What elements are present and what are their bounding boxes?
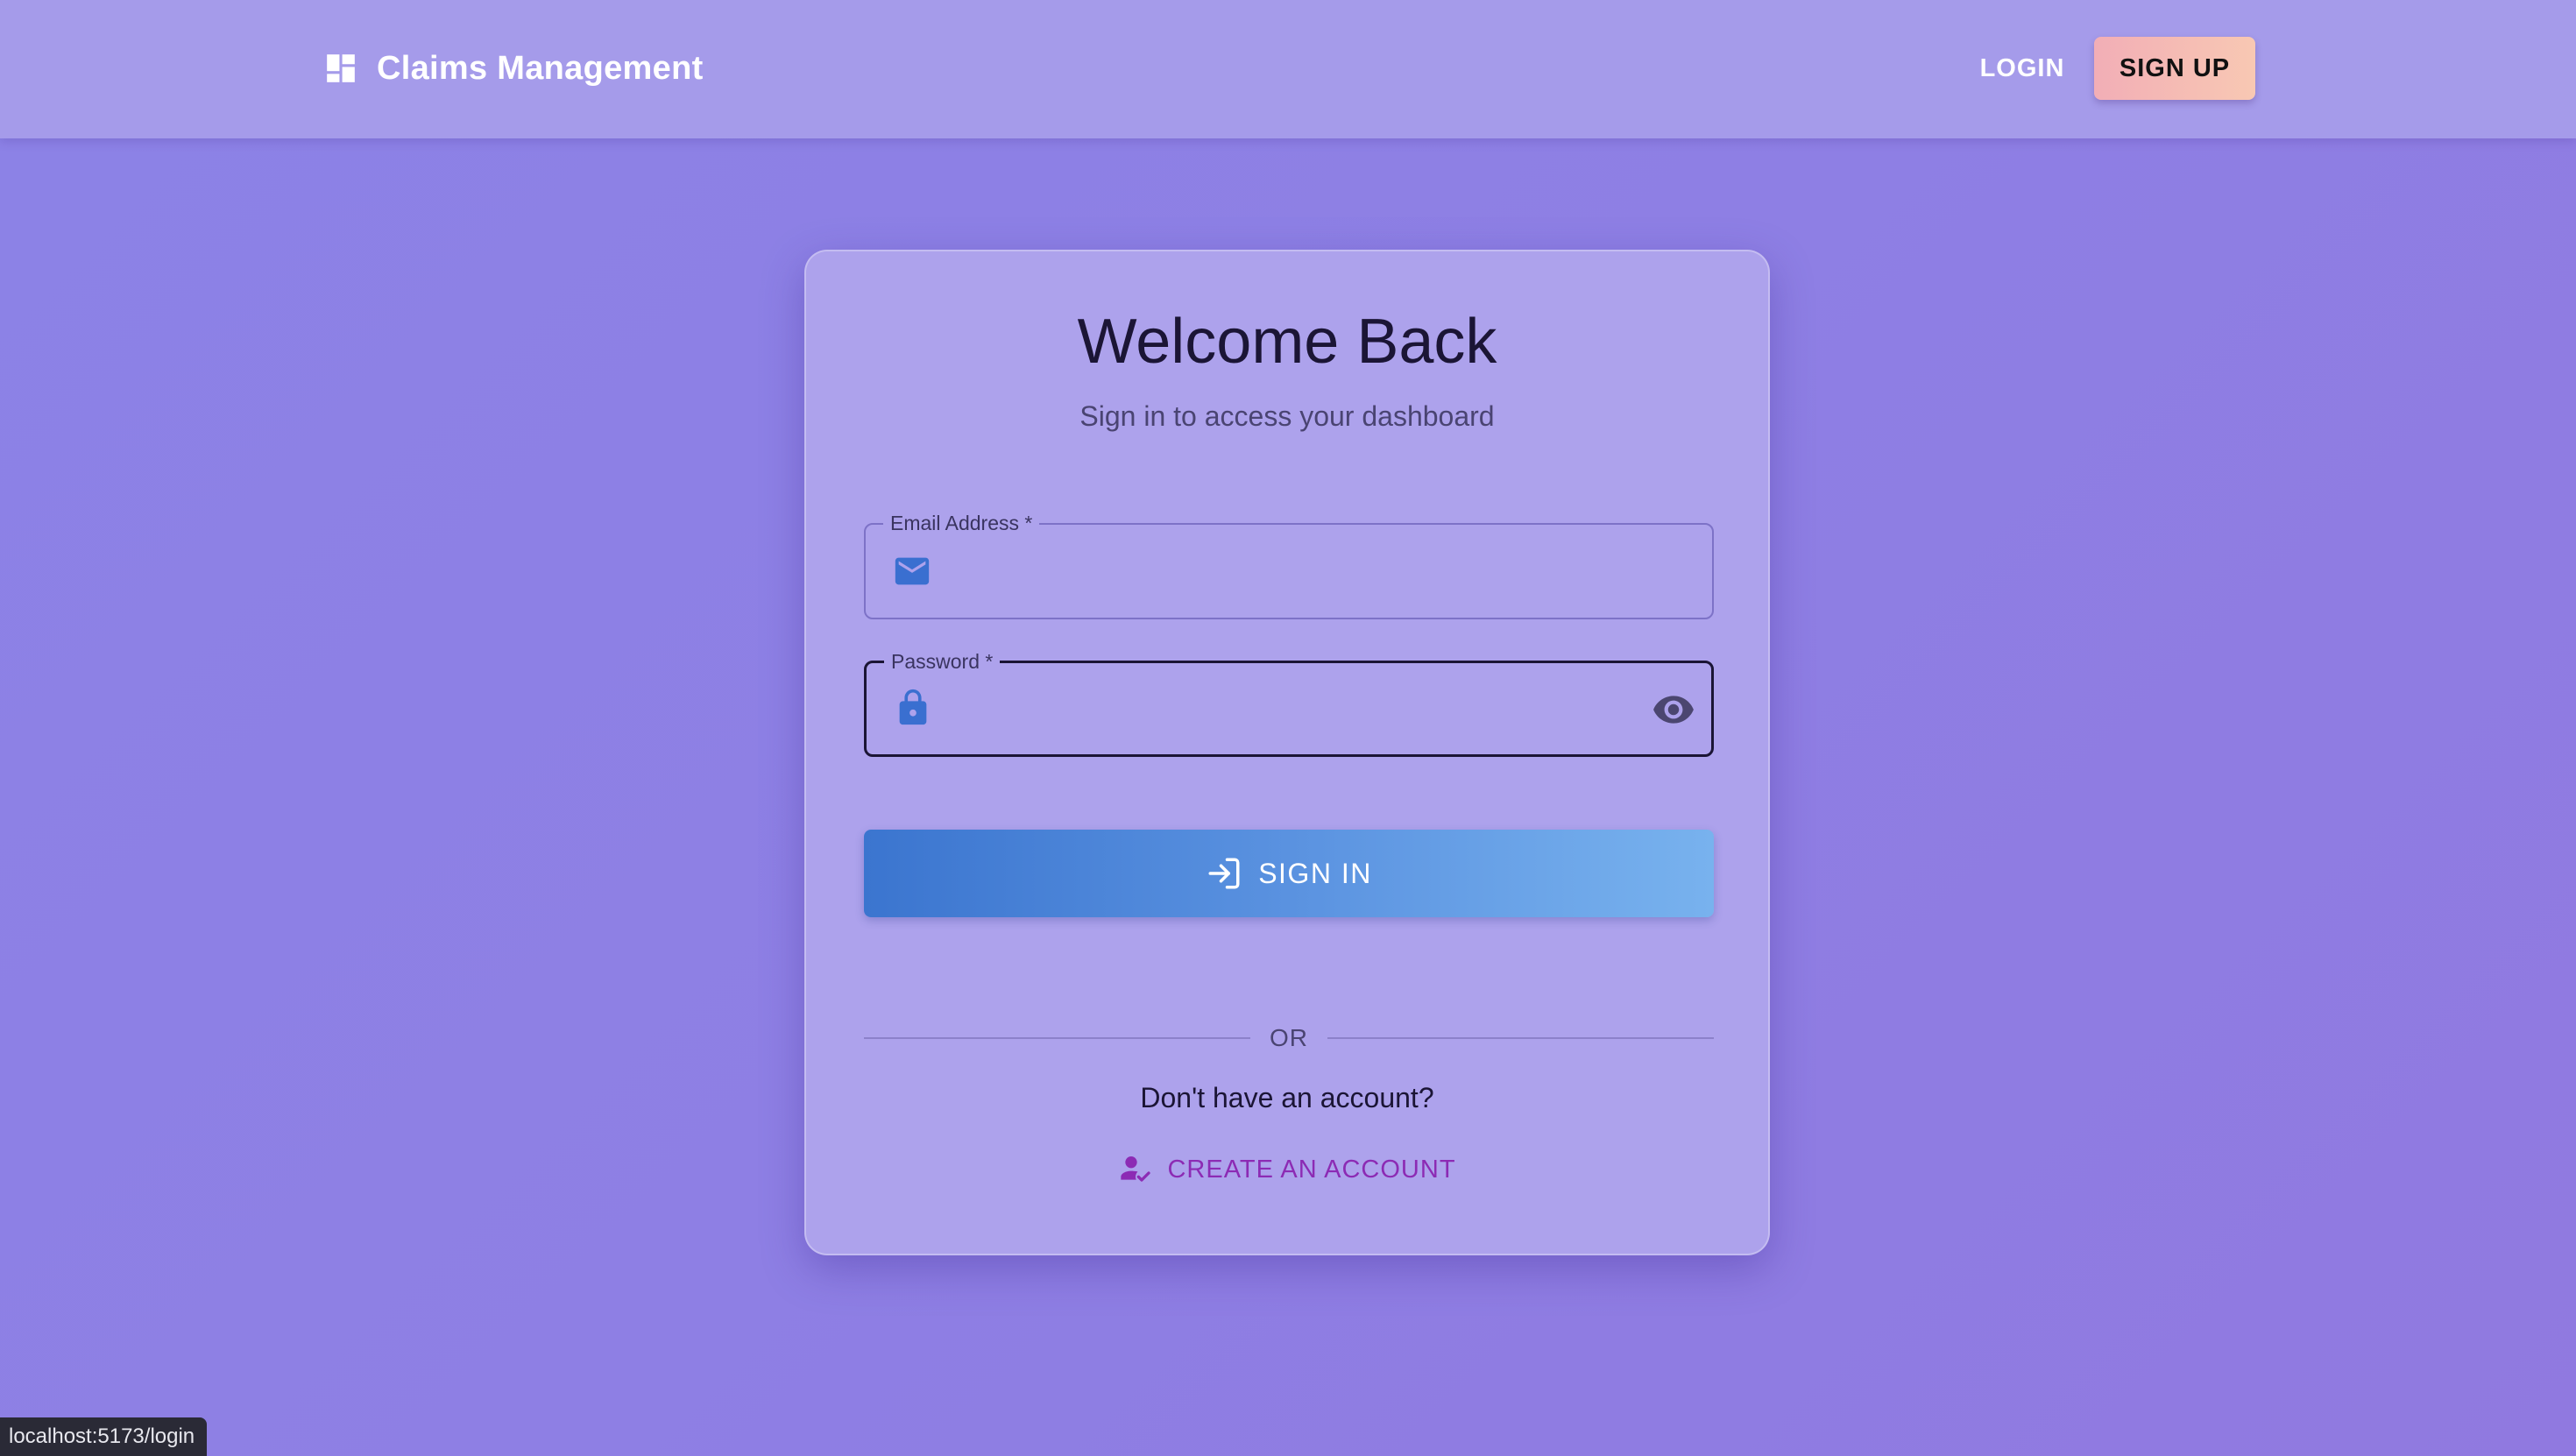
divider-line-left: [864, 1037, 1250, 1039]
dashboard-icon: [327, 54, 355, 82]
page-title: Welcome Back: [1077, 307, 1497, 377]
or-divider: OR: [864, 1021, 1714, 1056]
brand[interactable]: Claims Management: [324, 46, 704, 91]
signup-nav-button[interactable]: SIGN UP: [2094, 37, 2255, 100]
lock-icon: [899, 689, 927, 725]
create-account-label: CREATE AN ACCOUNT: [1167, 1155, 1456, 1184]
login-icon: [1208, 858, 1240, 889]
app-title: Claims Management: [377, 49, 704, 87]
create-account-link[interactable]: CREATE AN ACCOUNT: [806, 1145, 1768, 1194]
divider-text: OR: [1270, 1024, 1308, 1051]
password-field-label: Password *: [884, 648, 1001, 675]
eye-icon[interactable]: [1652, 688, 1695, 732]
status-bar-url: localhost:5173/login: [0, 1417, 208, 1456]
login-card: Welcome Back Sign in to access your dash…: [804, 250, 1770, 1255]
no-account-text: Don't have an account?: [1140, 1082, 1434, 1113]
sign-in-label: SIGN IN: [1258, 857, 1372, 889]
page-subtitle: Sign in to access your dashboard: [1079, 400, 1495, 432]
password-field[interactable]: Password *: [864, 648, 1714, 757]
app-bar: Claims Management LOGIN SIGN UP: [0, 0, 2576, 138]
divider-line-right: [1327, 1037, 1714, 1039]
password-input[interactable]: [951, 681, 1620, 740]
login-nav-button[interactable]: LOGIN: [1966, 44, 2078, 93]
email-icon: [895, 557, 930, 585]
person-check-icon: [1121, 1156, 1151, 1182]
email-field[interactable]: Email Address *: [864, 510, 1714, 619]
sign-in-button[interactable]: SIGN IN: [864, 830, 1714, 917]
email-field-label: Email Address *: [883, 510, 1040, 536]
email-input[interactable]: [950, 542, 1619, 602]
